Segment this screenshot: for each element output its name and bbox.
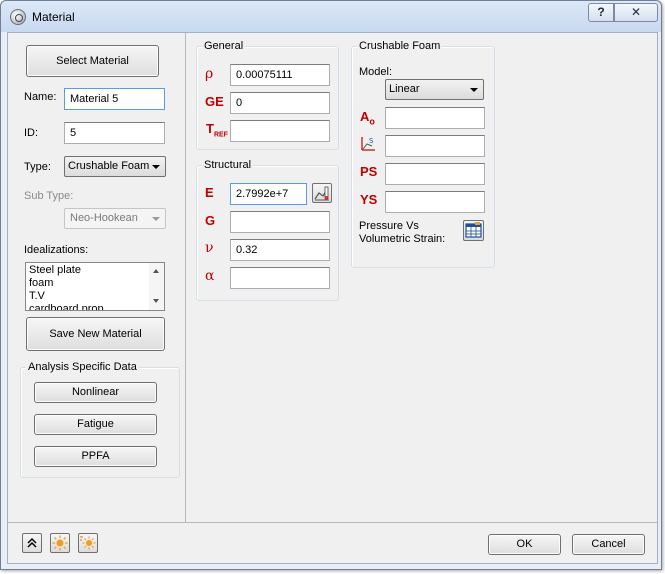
analysis-group-title: Analysis Specific Data — [26, 361, 139, 373]
help-button[interactable]: ? — [588, 3, 614, 22]
ok-button[interactable]: OK — [488, 534, 561, 555]
chevron-down-icon — [152, 165, 160, 169]
alpha-symbol: α — [205, 268, 215, 284]
model-label: Model: — [359, 66, 393, 78]
idealizations-label: Idealizations: — [24, 244, 89, 256]
sun-multi-icon-graphic — [80, 536, 96, 550]
tref-symbol-main: T — [206, 121, 214, 136]
sun-icon-graphic — [52, 535, 68, 551]
collapse-up-icon-graphic — [27, 537, 37, 548]
ao-field[interactable] — [385, 107, 485, 129]
collapse-up-icon[interactable] — [22, 533, 42, 553]
subtype-dropdown-value: Neo-Hookean — [70, 212, 138, 224]
select-material-button[interactable]: Select Material — [26, 45, 159, 77]
table-edit-icon-graphic — [465, 222, 482, 238]
ps-field[interactable] — [385, 163, 485, 185]
ys-field[interactable] — [385, 191, 485, 213]
sun-multi-icon[interactable] — [78, 533, 98, 553]
crushable-foam-group-title: Crushable Foam — [357, 40, 443, 52]
temperature-chart-icon[interactable] — [312, 183, 332, 203]
list-item[interactable]: foam — [29, 277, 53, 290]
cancel-button[interactable]: Cancel — [572, 534, 645, 555]
save-new-material-button[interactable]: Save New Material — [26, 317, 165, 351]
type-dropdown-value: Crushable Foam — [68, 160, 150, 172]
temperature-chart-icon-graphic — [314, 186, 329, 201]
id-label: ID: — [24, 127, 39, 139]
ao-symbol: Ao — [360, 109, 375, 127]
idealizations-list[interactable]: Steel plate foam T.V cardboard prop — [25, 262, 165, 311]
name-label: Name: — [24, 91, 57, 103]
sun-icon[interactable] — [50, 533, 70, 553]
e-field[interactable]: 2.7992e+7 — [230, 183, 307, 205]
g-field[interactable] — [230, 211, 330, 233]
general-group-title: General — [202, 40, 246, 52]
scroll-down-icon[interactable] — [153, 299, 159, 303]
alpha-field[interactable] — [230, 267, 330, 289]
list-scrollbar[interactable] — [149, 263, 164, 310]
ge-symbol: GE — [205, 94, 224, 109]
nu-symbol: ν — [205, 240, 214, 256]
type-dropdown[interactable]: Crushable Foam — [64, 156, 166, 177]
title-bar[interactable]: Material ? ✕ — [1, 1, 661, 32]
id-field[interactable]: 5 — [64, 122, 165, 144]
ao-symbol-sub: o — [369, 116, 375, 127]
svg-text:S: S — [369, 137, 374, 145]
tref-symbol-sub: REF — [213, 131, 228, 139]
ys-symbol: YS — [360, 192, 378, 207]
pressure-label-2: Volumetric Strain: — [359, 233, 446, 245]
stress-strain-chart-icon-graphic: S — [361, 137, 375, 151]
e-symbol: E — [205, 185, 214, 200]
tref-symbol: TREF — [206, 121, 228, 139]
window-title: Material — [32, 10, 75, 24]
model-dropdown-value: Linear — [389, 83, 420, 95]
close-button[interactable]: ✕ — [614, 3, 658, 22]
ppfa-button[interactable]: PPFA — [34, 446, 157, 467]
table-edit-icon[interactable] — [463, 220, 484, 241]
app-icon — [10, 9, 26, 25]
fatigue-button[interactable]: Fatigue — [34, 414, 157, 435]
ge-field[interactable]: 0 — [230, 92, 330, 114]
type-label: Type: — [24, 161, 51, 173]
subtype-dropdown: Neo-Hookean — [64, 208, 166, 229]
density-field[interactable]: 0.00075111 — [230, 64, 330, 86]
list-item[interactable]: cardboard prop — [29, 303, 104, 310]
chevron-down-icon — [152, 217, 160, 221]
name-field[interactable]: Material 5 — [64, 88, 165, 110]
scroll-up-icon[interactable] — [153, 269, 159, 273]
list-item[interactable]: Steel plate — [29, 264, 81, 277]
pressure-label-1: Pressure Vs — [359, 220, 419, 232]
left-panel: Select Material Name: Material 5 ID: 5 T… — [8, 33, 186, 522]
density-symbol: ρ — [205, 66, 214, 82]
bottom-bar: OK Cancel — [8, 522, 657, 564]
ps-symbol: PS — [360, 164, 378, 179]
nonlinear-button[interactable]: Nonlinear — [34, 382, 157, 403]
list-item[interactable]: T.V — [29, 290, 45, 303]
stress-strain-chart-icon: S — [359, 135, 377, 153]
ao-symbol-main: A — [360, 109, 370, 124]
structural-group-title: Structural — [202, 159, 254, 171]
chevron-down-icon — [470, 88, 478, 92]
nu-field[interactable]: 0.32 — [230, 239, 330, 261]
tref-field[interactable] — [230, 120, 330, 142]
stress-strain-field[interactable] — [385, 135, 485, 157]
subtype-label: Sub Type: — [24, 190, 74, 202]
material-dialog: Material ? ✕ Select Material Name: Mater… — [0, 0, 662, 570]
g-symbol: G — [205, 213, 216, 228]
dialog-client-area: Select Material Name: Material 5 ID: 5 T… — [7, 32, 658, 564]
model-dropdown[interactable]: Linear — [385, 79, 484, 100]
